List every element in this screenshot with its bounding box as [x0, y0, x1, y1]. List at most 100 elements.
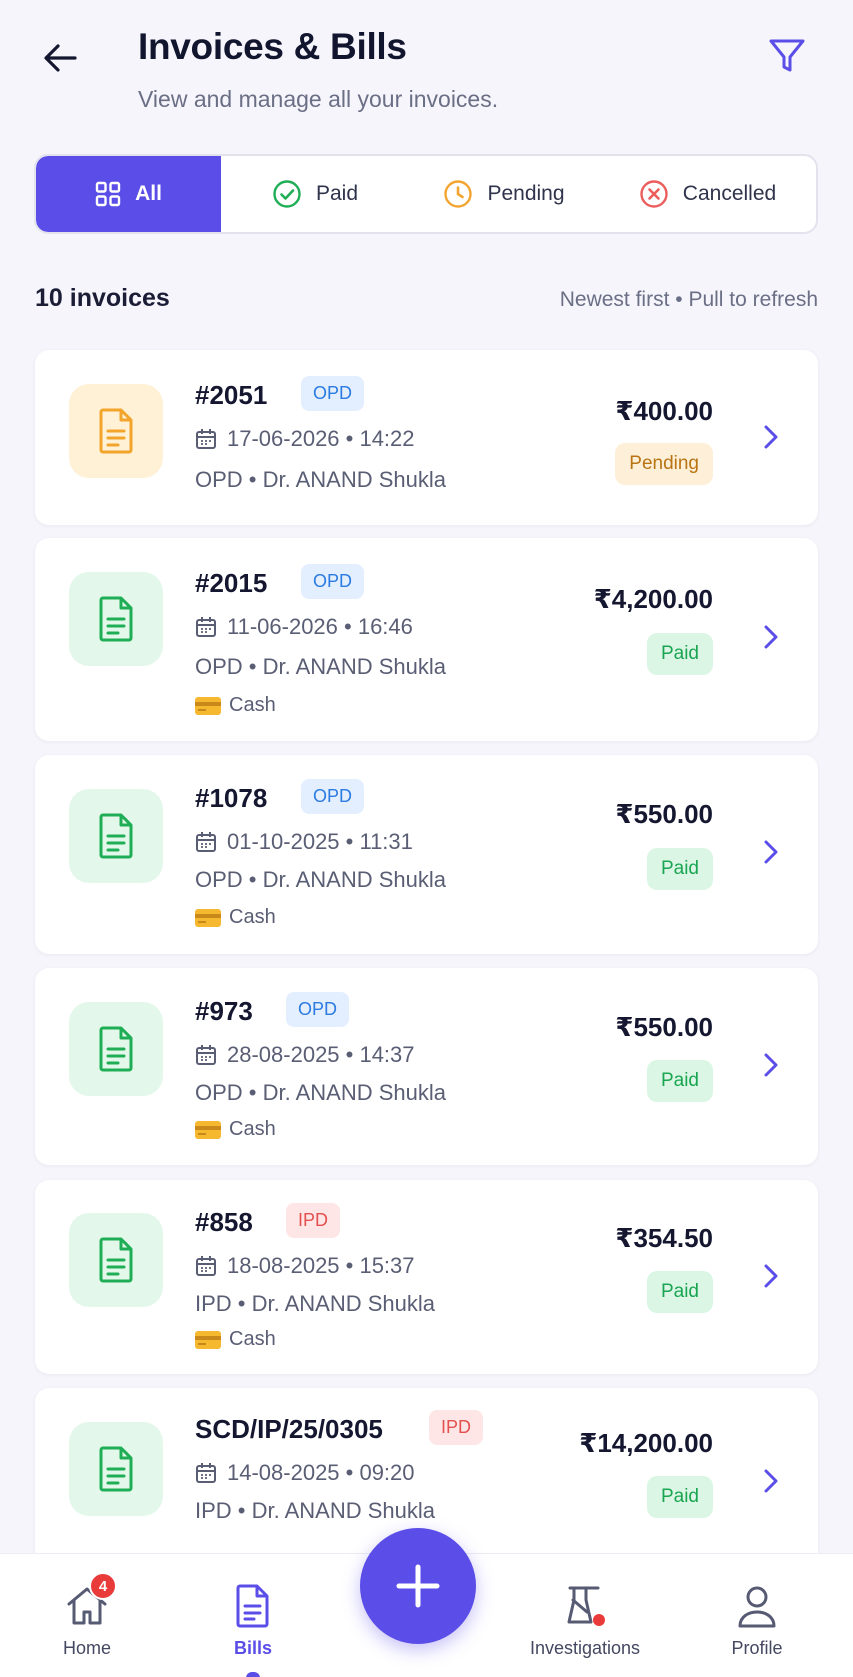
nav-bills-label: Bills [233, 1638, 272, 1658]
document-icon [99, 1237, 133, 1283]
calendar-icon [196, 1045, 216, 1065]
status-filter-tabs: All Paid Pending Cancelled [34, 154, 818, 234]
flask-icon [559, 1582, 611, 1630]
status-badge: Paid [646, 633, 713, 675]
invoice-date-text: 28-08-2025 • 14:37 [227, 1042, 415, 1067]
chevron-right-icon [758, 1261, 784, 1291]
tab-all[interactable]: All [36, 156, 221, 232]
invoice-doctor: OPD • Dr. ANAND Shukla [195, 654, 447, 679]
document-icon [99, 813, 133, 859]
invoice-amount: ₹550.00 [615, 799, 713, 829]
nav-investigations-label: Investigations [529, 1638, 641, 1658]
payment-method-label: Cash [229, 694, 276, 716]
header: Invoices & Bills View and manage all you… [0, 0, 853, 140]
invoice-file-tile [69, 789, 163, 883]
clock-icon [444, 180, 473, 208]
invoice-card[interactable]: #973 OPD 28-08-2025 • 14:37 OPD • Dr. AN… [35, 968, 818, 1165]
arrow-left-icon [44, 44, 77, 72]
tab-paid-label: Paid [315, 182, 359, 205]
nav-bills[interactable]: Bills [178, 1554, 328, 1677]
invoice-amount: ₹4,200.00 [593, 584, 713, 614]
invoice-date: 11-06-2026 • 16:46 [195, 614, 413, 640]
invoice-date-text: 01-10-2025 • 11:31 [227, 829, 413, 854]
status-badge: Paid [646, 1060, 713, 1102]
invoice-date-text: 17-06-2026 • 14:22 [227, 426, 415, 451]
chevron-right-icon [758, 622, 784, 652]
payment-method-label: Cash [229, 1118, 276, 1140]
payment-method: Cash [195, 906, 276, 929]
invoice-amount: ₹550.00 [615, 1012, 713, 1042]
invoice-date: 18-08-2025 • 15:37 [195, 1253, 415, 1279]
invoice-file-tile [69, 1002, 163, 1096]
invoice-file-tile [69, 572, 163, 666]
home-icon: 4 [61, 1572, 117, 1630]
invoice-file-tile [69, 1213, 163, 1307]
chevron-right-icon [758, 1466, 784, 1496]
invoice-doctor: IPD • Dr. ANAND Shukla [195, 1291, 436, 1316]
back-button[interactable] [36, 36, 84, 80]
invoice-amount: ₹400.00 [615, 396, 713, 426]
add-invoice-button[interactable] [360, 1528, 476, 1644]
active-indicator [246, 1672, 260, 1677]
nav-profile[interactable]: Profile [682, 1554, 832, 1677]
payment-method-label: Cash [229, 1328, 276, 1350]
document-icon [99, 1026, 133, 1072]
chevron-right-icon [758, 1050, 784, 1080]
bills-icon [227, 1582, 279, 1630]
document-icon [99, 408, 133, 454]
invoice-date: 01-10-2025 • 11:31 [195, 829, 413, 855]
invoice-type-badge: OPD [301, 564, 365, 599]
chevron-right-icon [758, 837, 784, 867]
invoice-doctor: OPD • Dr. ANAND Shukla [195, 467, 447, 492]
nav-investigations[interactable]: Investigations [510, 1554, 660, 1677]
nav-home[interactable]: 4 Home [12, 1554, 162, 1677]
nav-profile-label: Profile [731, 1638, 783, 1658]
notification-badge: 4 [89, 1572, 117, 1600]
tab-all-label: All [135, 182, 162, 205]
filter-button[interactable] [761, 32, 813, 80]
status-badge: Paid [646, 848, 713, 890]
status-badge: Paid [646, 1476, 713, 1518]
invoice-card[interactable]: #2051 OPD 17-06-2026 • 14:22 OPD • Dr. A… [35, 350, 818, 525]
credit-card-icon [195, 908, 221, 927]
credit-card-icon [195, 1330, 221, 1349]
credit-card-icon [195, 696, 221, 715]
status-badge: Pending [615, 443, 713, 485]
invoice-type-badge: OPD [286, 992, 350, 1027]
invoice-number: #2051 [195, 380, 268, 410]
invoice-doctor: OPD • Dr. ANAND Shukla [195, 867, 447, 892]
calendar-icon [196, 1463, 216, 1483]
status-badge: Paid [646, 1271, 713, 1313]
document-icon [99, 1446, 133, 1492]
invoice-number: SCD/IP/25/0305 [195, 1414, 383, 1444]
invoice-number: #858 [195, 1207, 253, 1237]
payment-method: Cash [195, 1118, 276, 1141]
invoice-card[interactable]: #2015 OPD 11-06-2026 • 16:46 OPD • Dr. A… [35, 538, 818, 741]
calendar-icon [196, 832, 216, 852]
tab-pending[interactable]: Pending [409, 156, 599, 232]
x-circle-icon [640, 180, 668, 208]
invoice-file-tile [69, 1422, 163, 1516]
alert-dot [593, 1614, 605, 1626]
invoice-amount: ₹354.50 [615, 1223, 713, 1253]
tab-cancelled[interactable]: Cancelled [599, 156, 816, 232]
payment-method-label: Cash [229, 906, 276, 928]
invoice-date: 28-08-2025 • 14:37 [195, 1042, 415, 1068]
invoice-number: #973 [195, 996, 253, 1026]
plus-icon [396, 1564, 440, 1608]
credit-card-icon [195, 1120, 221, 1139]
user-icon [731, 1582, 783, 1630]
tab-pending-label: Pending [487, 182, 565, 205]
invoice-count: 10 invoices [35, 284, 170, 312]
invoice-date-text: 14-08-2025 • 09:20 [227, 1460, 415, 1485]
invoice-date-text: 11-06-2026 • 16:46 [227, 614, 413, 639]
calendar-icon [196, 617, 216, 637]
invoice-card[interactable]: #858 IPD 18-08-2025 • 15:37 IPD • Dr. AN… [35, 1180, 818, 1374]
chevron-right-icon [758, 422, 784, 452]
document-icon [99, 596, 133, 642]
invoice-doctor: OPD • Dr. ANAND Shukla [195, 1080, 447, 1105]
invoice-number: #1078 [195, 783, 268, 813]
page-title: Invoices & Bills [138, 26, 407, 67]
tab-paid[interactable]: Paid [221, 156, 409, 232]
invoice-card[interactable]: #1078 OPD 01-10-2025 • 11:31 OPD • Dr. A… [35, 755, 818, 954]
